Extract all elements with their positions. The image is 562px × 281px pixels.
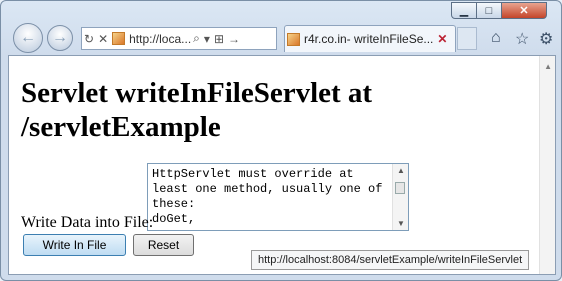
home-icon[interactable]: ⌂: [491, 29, 501, 47]
stop-icon[interactable]: ✕: [96, 32, 110, 46]
scroll-up-icon[interactable]: ▲: [397, 166, 405, 175]
tools-gear-icon[interactable]: ⚙: [539, 29, 553, 49]
reset-button[interactable]: Reset: [133, 234, 194, 256]
tab-title: r4r.co.in- writeInFileSe...: [304, 32, 434, 46]
dropdown-chevron-icon[interactable]: ▾: [202, 32, 212, 46]
textarea-scrollbar[interactable]: ▲ ▼: [392, 164, 408, 230]
address-bar[interactable]: ↻ ✕ http://loca... ⌕ ▾ ⊞ →: [81, 27, 277, 50]
maximize-button[interactable]: □: [476, 2, 502, 19]
browser-window: ▁ □ ✕ ← → ↻ ✕ http://loca... ⌕ ▾ ⊞ → r4r…: [0, 0, 562, 281]
page-heading: Servlet writeInFileServlet at /servletEx…: [21, 77, 373, 143]
forward-arrow-icon: →: [52, 29, 68, 46]
data-textarea[interactable]: HttpServlet must override at least one m…: [147, 163, 409, 231]
page-scroll-up-icon[interactable]: ▲: [544, 62, 552, 71]
tab-close-icon[interactable]: ✕: [437, 32, 447, 46]
back-arrow-icon: ←: [20, 29, 36, 46]
tab-favicon-icon: [287, 32, 300, 46]
minimize-button[interactable]: ▁: [451, 2, 477, 19]
scrollbar-thumb[interactable]: [395, 182, 405, 194]
scroll-down-icon[interactable]: ▼: [397, 219, 405, 228]
browser-tab[interactable]: r4r.co.in- writeInFileSe... ✕: [284, 25, 456, 52]
go-icon[interactable]: →: [226, 32, 242, 46]
write-in-file-button[interactable]: Write In File: [23, 234, 126, 256]
close-window-button[interactable]: ✕: [501, 2, 547, 19]
compatibility-view-icon[interactable]: ⊞: [212, 32, 226, 46]
back-button[interactable]: ←: [13, 23, 43, 53]
site-favicon-icon: [112, 32, 126, 45]
write-data-label: Write Data into File:: [21, 214, 154, 231]
search-icon[interactable]: ⌕: [191, 31, 202, 46]
page-scrollbar[interactable]: ▲: [539, 56, 555, 274]
refresh-icon[interactable]: ↻: [82, 32, 96, 46]
page-viewport: Servlet writeInFileServlet at /servletEx…: [8, 55, 556, 275]
forward-button[interactable]: →: [47, 25, 73, 51]
status-url-tooltip: http://localhost:8084/servletExample/wri…: [251, 250, 530, 270]
new-tab-button[interactable]: [457, 27, 477, 50]
textarea-value[interactable]: HttpServlet must override at least one m…: [152, 167, 388, 227]
favorites-star-icon[interactable]: ☆: [515, 29, 529, 49]
address-text[interactable]: http://loca...: [129, 32, 191, 46]
